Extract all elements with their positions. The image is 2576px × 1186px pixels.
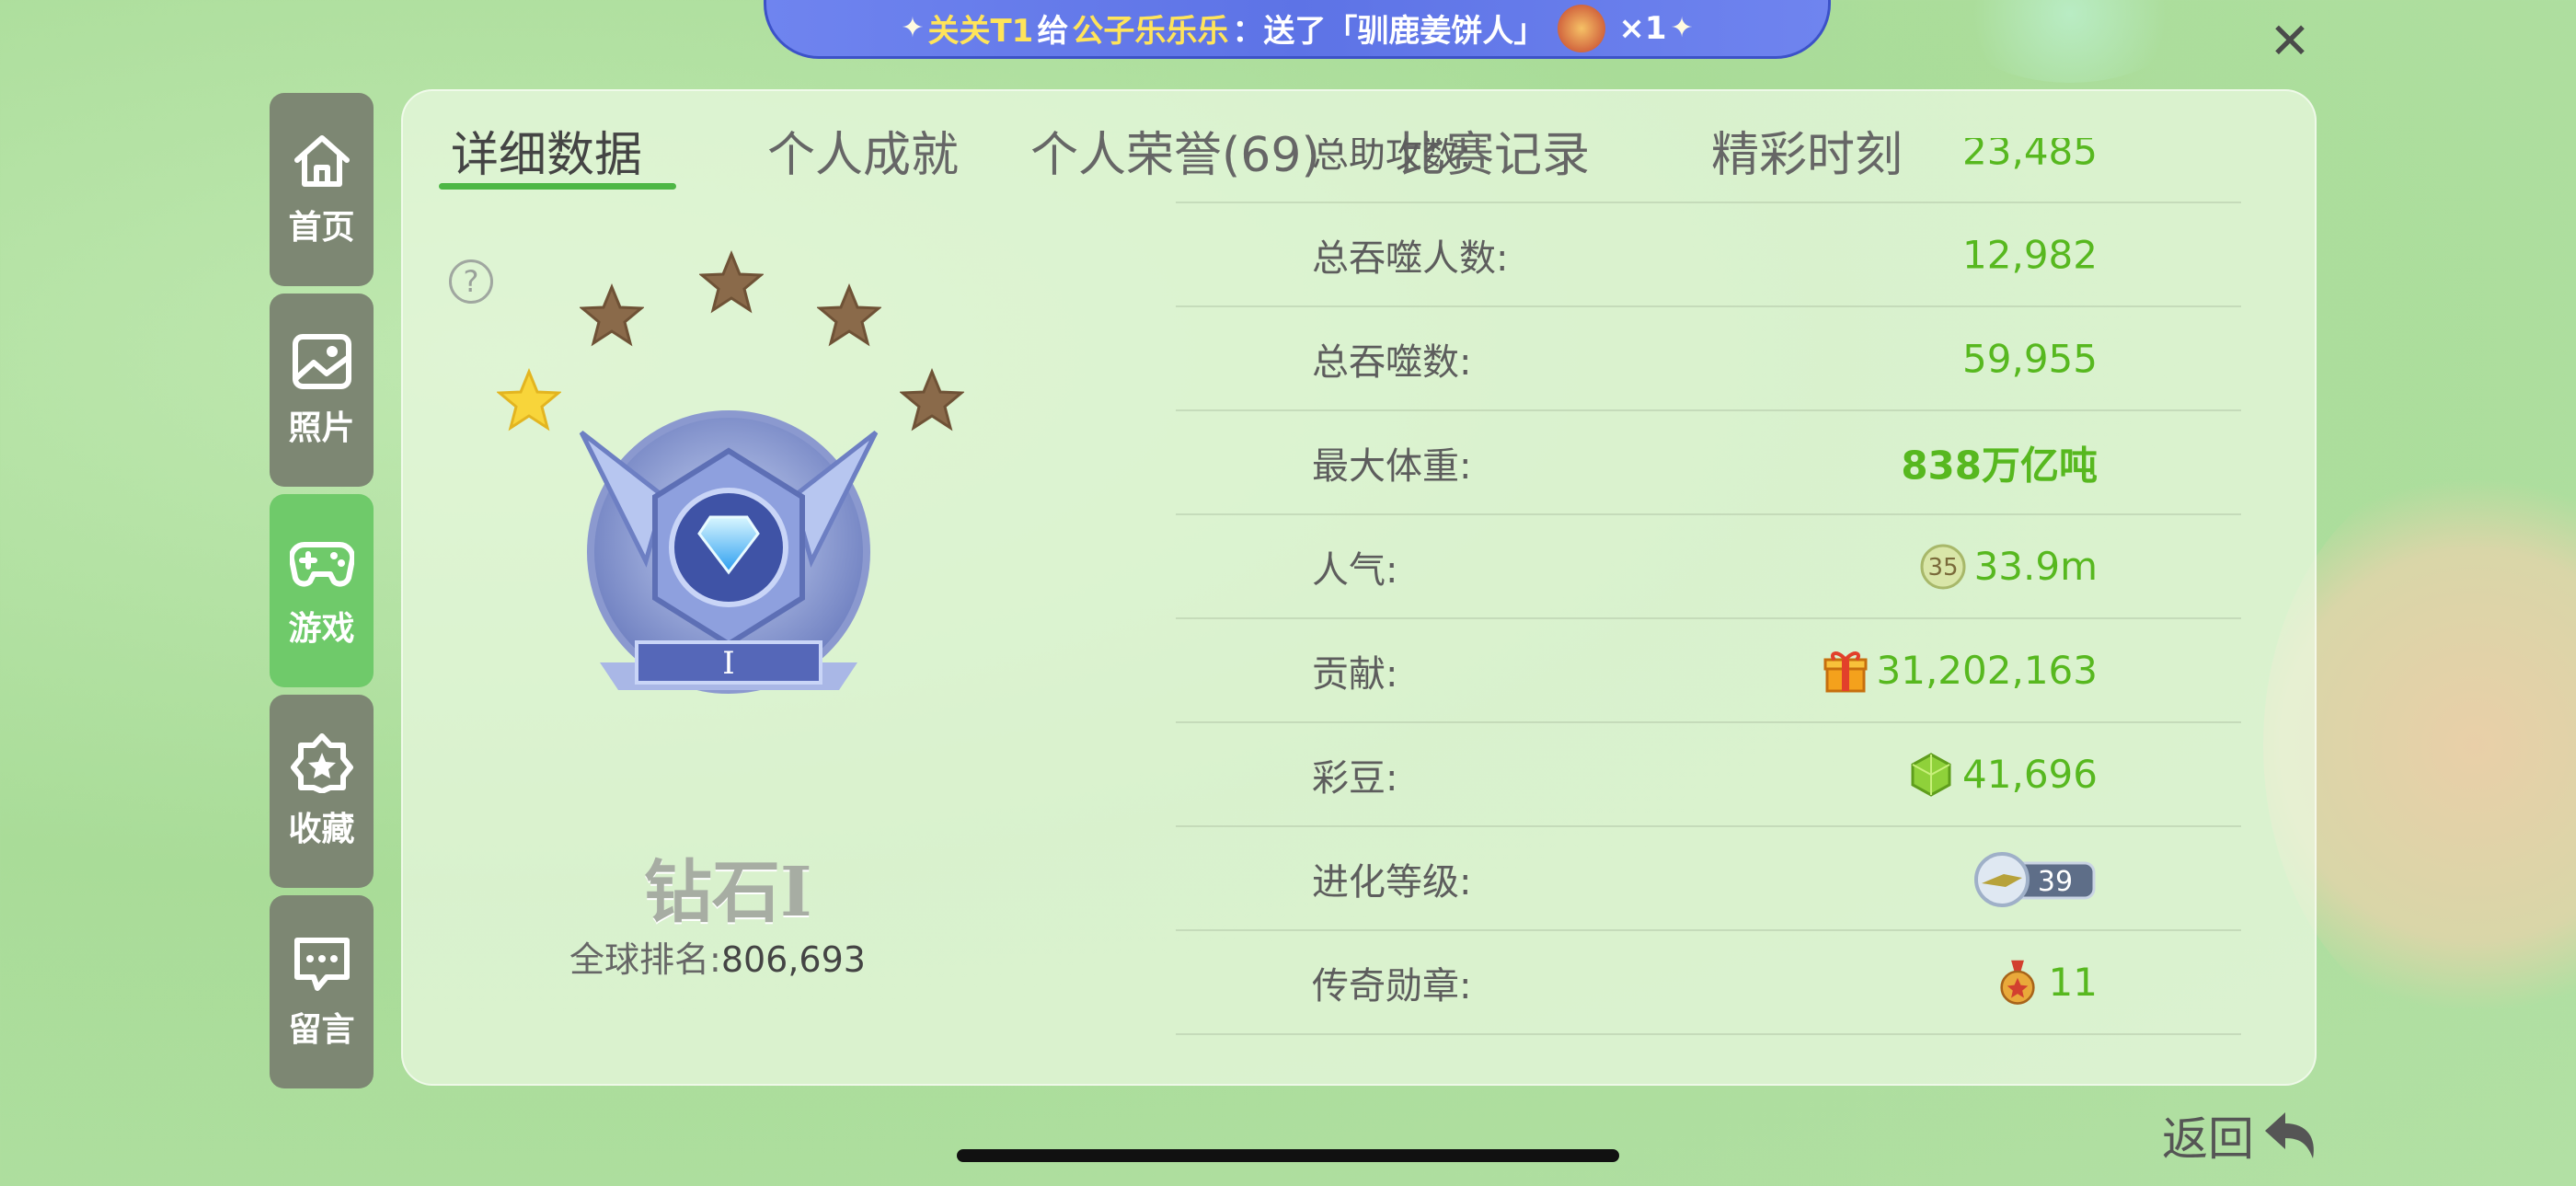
popularity-level-icon: 35: [1920, 544, 1966, 589]
diamond-rank-badge: Ⅰ: [579, 410, 879, 694]
gift-notification-banner: ✦ 关关T1 给 公子乐乐乐 ：送了「驯鹿姜饼人」 ×1 ✦: [764, 0, 1831, 59]
close-icon[interactable]: ✕: [2265, 17, 2315, 66]
global-rank-label: 全球排名:: [569, 939, 721, 980]
evolution-level-text: 39: [2038, 866, 2073, 898]
banner-sender: 关关T1: [927, 13, 1034, 50]
stat-value: 31,202,163: [1822, 647, 2098, 695]
stat-row-total-eaten: 总吞噬数: 59,955: [1176, 307, 2241, 411]
global-rank-value: 806,693: [720, 939, 866, 980]
photo-icon: [292, 334, 351, 389]
sidebar: 首页 照片 游戏 收藏 留言: [270, 93, 374, 1096]
stat-value: 59,955: [1962, 336, 2098, 381]
legend-medal-icon: [1999, 960, 2035, 1005]
gift-icon: [1823, 651, 1868, 692]
stat-value-text: 31,202,163: [1876, 648, 2098, 693]
stat-label: 传奇勋章:: [1312, 964, 1472, 1008]
rank-star-empty: [580, 283, 644, 347]
banner-action: ：送了「驯鹿姜饼人」: [1232, 13, 1546, 50]
rank-star-filled: [497, 368, 561, 432]
stats-list[interactable]: 总助攻数: 23,485 总吞噬人数: 12,982 总吞噬数: 59,955 …: [1176, 138, 2241, 1078]
stat-row-popularity: 人气: 35 33.9m: [1176, 515, 2241, 619]
sidebar-item-favorites[interactable]: 收藏: [270, 695, 374, 888]
stat-row-color-beans: 彩豆: 41,696: [1176, 723, 2241, 827]
stat-label: 总吞噬数:: [1312, 340, 1472, 384]
rank-star-empty: [900, 368, 964, 432]
back-button[interactable]: 返回: [2162, 1102, 2320, 1169]
stat-value-text: 33.9m: [1973, 544, 2098, 589]
home-indicator[interactable]: [957, 1149, 1619, 1162]
active-tab-indicator: [439, 183, 676, 190]
stat-label: 总助攻数:: [1312, 138, 1472, 176]
stat-label: 贡献:: [1312, 652, 1398, 696]
tab-detail-data[interactable]: 详细数据: [451, 116, 642, 185]
sidebar-item-messages[interactable]: 留言: [270, 895, 374, 1088]
rank-star-empty: [817, 283, 881, 347]
rank-star-empty: [699, 250, 764, 314]
banner-count: ×1: [1618, 9, 1667, 47]
stat-value: 12,982: [1962, 232, 2098, 277]
stat-value-text: 41,696: [1962, 752, 2098, 797]
gingerbread-gift-icon: [1558, 4, 1606, 52]
sparkle-icon: ✦: [1670, 12, 1694, 44]
back-arrow-icon: [2265, 1112, 2314, 1158]
green-bean-icon: [1911, 752, 1951, 797]
global-rank: 全球排名:806,693: [569, 931, 866, 982]
sparkle-icon: ✦: [901, 12, 925, 44]
star-badge-icon: [290, 733, 353, 793]
stat-value: 838万亿吨: [1901, 443, 2098, 488]
stat-value-text: 11: [2048, 960, 2098, 1005]
stat-label: 进化等级:: [1312, 860, 1472, 904]
stat-row-legend-medals: 传奇勋章: 11: [1176, 931, 2241, 1035]
stat-row-max-weight: 最大体重: 838万亿吨: [1176, 411, 2241, 515]
sidebar-item-home[interactable]: 首页: [270, 93, 374, 286]
tab-achievements[interactable]: 个人成就: [767, 116, 959, 185]
sidebar-item-label: 留言: [288, 1011, 355, 1049]
banner-verb: 给: [1037, 13, 1069, 50]
background-blob: [1950, 0, 2190, 83]
stat-value: 11: [1994, 959, 2098, 1007]
gamepad-icon: [289, 541, 354, 587]
help-icon[interactable]: ?: [449, 259, 493, 304]
stat-label: 最大体重:: [1312, 444, 1472, 488]
badge-numeral: Ⅰ: [722, 645, 734, 682]
stat-value: 41,696: [1907, 751, 2098, 799]
sidebar-item-label: 首页: [288, 209, 355, 247]
stat-value: 35 33.9m: [1919, 543, 2098, 591]
stat-value: 39: [1969, 850, 2098, 907]
home-icon: [293, 135, 350, 187]
stat-label: 彩豆:: [1312, 756, 1398, 800]
sidebar-item-label: 游戏: [288, 610, 355, 648]
back-label: 返回: [2162, 1112, 2254, 1166]
rank-name: 钻石Ⅰ: [644, 853, 812, 932]
stat-row-contribution: 贡献: 31,202,163: [1176, 619, 2241, 723]
sidebar-item-games[interactable]: 游戏: [270, 494, 374, 687]
stat-label: 人气:: [1312, 548, 1398, 592]
stat-value: 23,485: [1962, 138, 2098, 173]
message-icon: [293, 938, 350, 991]
stat-row-total-eaten-players: 总吞噬人数: 12,982: [1176, 203, 2241, 307]
sidebar-item-label: 收藏: [288, 811, 355, 848]
banner-receiver: 公子乐乐乐: [1072, 13, 1229, 50]
sidebar-item-photos[interactable]: 照片: [270, 294, 374, 487]
popularity-level-text: 35: [1927, 554, 1958, 581]
stat-row-assists: 总助攻数: 23,485: [1176, 138, 2241, 203]
stat-label: 总吞噬人数:: [1312, 236, 1509, 280]
evolution-badge-icon: 39: [1974, 851, 2096, 907]
stat-row-evolution-level: 进化等级: 39: [1176, 827, 2241, 931]
sidebar-item-label: 照片: [288, 409, 355, 447]
